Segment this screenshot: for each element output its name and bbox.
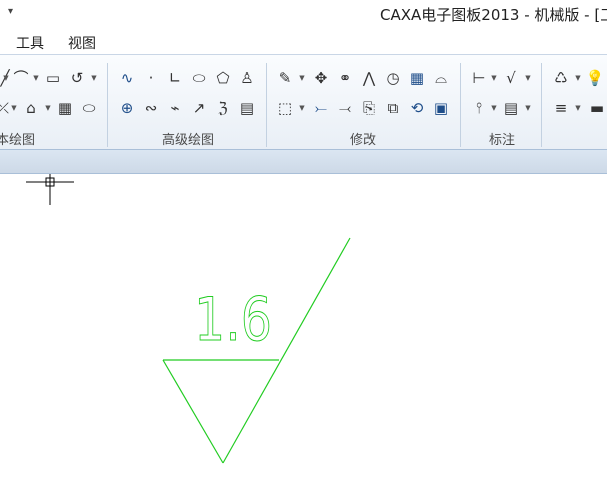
break-line-icon[interactable]: ⌁ [164,97,186,119]
group-separator [460,63,461,147]
polygon-icon[interactable]: ⬠ [212,67,234,89]
chevron-down-icon[interactable]: ▼ [2,67,10,89]
chevron-down-icon[interactable]: ▼ [10,97,18,119]
roughness-icon[interactable]: √ [500,67,522,89]
ellipse-draw-icon[interactable]: ⬭ [188,67,210,89]
explode-icon[interactable]: ▣ [430,97,452,119]
block-icon[interactable]: ♙ [236,67,258,89]
wave-line-icon[interactable]: ∾ [140,97,162,119]
chevron-down-icon[interactable]: ▼ [298,97,306,119]
hatch-icon[interactable]: ▦ [54,97,76,119]
array-icon[interactable]: ▦ [406,67,428,89]
circle-center-icon[interactable]: ⊕ [116,97,138,119]
chevron-down-icon[interactable]: ▼ [44,97,52,119]
chevron-down-icon[interactable]: ▼ [490,67,498,89]
mirror-icon[interactable]: ⋀ [358,67,380,89]
title-bar: ▾ CAXA电子图板2013 - 机械版 - [工 [0,0,607,30]
chevron-down-icon[interactable]: ▼ [574,67,582,89]
arc-icon[interactable]: ⌒ [10,67,32,89]
gear-icon[interactable]: ▤ [236,97,258,119]
coordinate-dimension-icon[interactable]: ⫯ [468,97,490,119]
document-tab-strip [0,150,607,174]
group-label-modify: 修改 [350,133,377,148]
offset-icon[interactable]: ⎘ [358,97,380,119]
ribbon-panel: ╱ ▼ ⌒ ▼ ▭ ↺ ▼ ⤫ ▼ ⌂ ▼ ▦ ⬭ 本绘图 ∿ · ∟ ⬭ ⬠ … [0,54,607,150]
trim-icon[interactable]: ⬚ [274,97,296,119]
window-title: CAXA电子图板2013 - 机械版 - [工 [380,6,607,24]
chevron-down-icon[interactable]: ▼ [524,97,532,119]
menu-view[interactable]: 视图 [68,33,96,53]
chevron-down-icon[interactable]: ▼ [32,67,40,89]
chevron-down-icon[interactable]: ▼ [90,67,98,89]
extend-icon[interactable]: ⤚ [310,97,332,119]
group-label-basic-drawing: 本绘图 [0,133,36,148]
eraser-icon[interactable]: ✎ [274,67,296,89]
freehand-curve-icon[interactable]: ℨ [212,97,234,119]
polyline-icon[interactable]: ↺ [66,67,88,89]
arrow-icon[interactable]: ↗ [188,97,210,119]
line-type-icon[interactable]: ≡ [550,97,572,119]
break-icon[interactable]: ⤙ [334,97,356,119]
point-icon[interactable]: · [140,67,162,89]
ellipse-icon[interactable]: ⬭ [78,97,100,119]
chevron-down-icon[interactable]: ▼ [524,67,532,89]
leader-note-icon[interactable]: ▤ [500,97,522,119]
text-icon[interactable]: ⌂ [20,97,42,119]
chevron-down-icon[interactable]: ▼ [574,97,582,119]
crosshair-cursor-icon [26,164,74,205]
group-label-advanced-drawing: 高级绘图 [162,133,215,148]
rotate-icon[interactable]: ◷ [382,67,404,89]
move-icon[interactable]: ✥ [310,67,332,89]
chevron-down-icon[interactable]: ▼ [490,97,498,119]
menu-tools[interactable]: 工具 [16,33,44,53]
canvas-drawing: 1.6 [26,164,351,464]
spline-icon[interactable]: ∿ [116,67,138,89]
scale-icon[interactable]: ⌓ [430,67,452,89]
group-separator [541,63,542,147]
group-separator [266,63,267,147]
lightbulb-icon[interactable]: 💡 [584,67,606,89]
drawing-canvas[interactable]: 1.6 [0,164,607,486]
menu-bar: 工具 视图 [0,30,607,54]
stretch-icon[interactable]: ⟲ [406,97,428,119]
quick-access-dropdown-icon[interactable]: ▾ [8,6,13,17]
layer-icon[interactable]: ♺ [550,67,572,89]
roughness-value-text: 1.6 [194,285,272,355]
group-label-annotation: 标注 [489,133,516,148]
line-width-icon[interactable]: ▬ [586,97,607,119]
group-separator [107,63,108,147]
dimension-icon[interactable]: ⊢ [468,67,490,89]
fillet-icon[interactable]: ⧉ [382,97,404,119]
rectangle-icon[interactable]: ▭ [42,67,64,89]
chevron-down-icon[interactable]: ▼ [298,67,306,89]
angle-line-icon[interactable]: ∟ [164,67,186,89]
copy-icon[interactable]: ⚭ [334,67,356,89]
